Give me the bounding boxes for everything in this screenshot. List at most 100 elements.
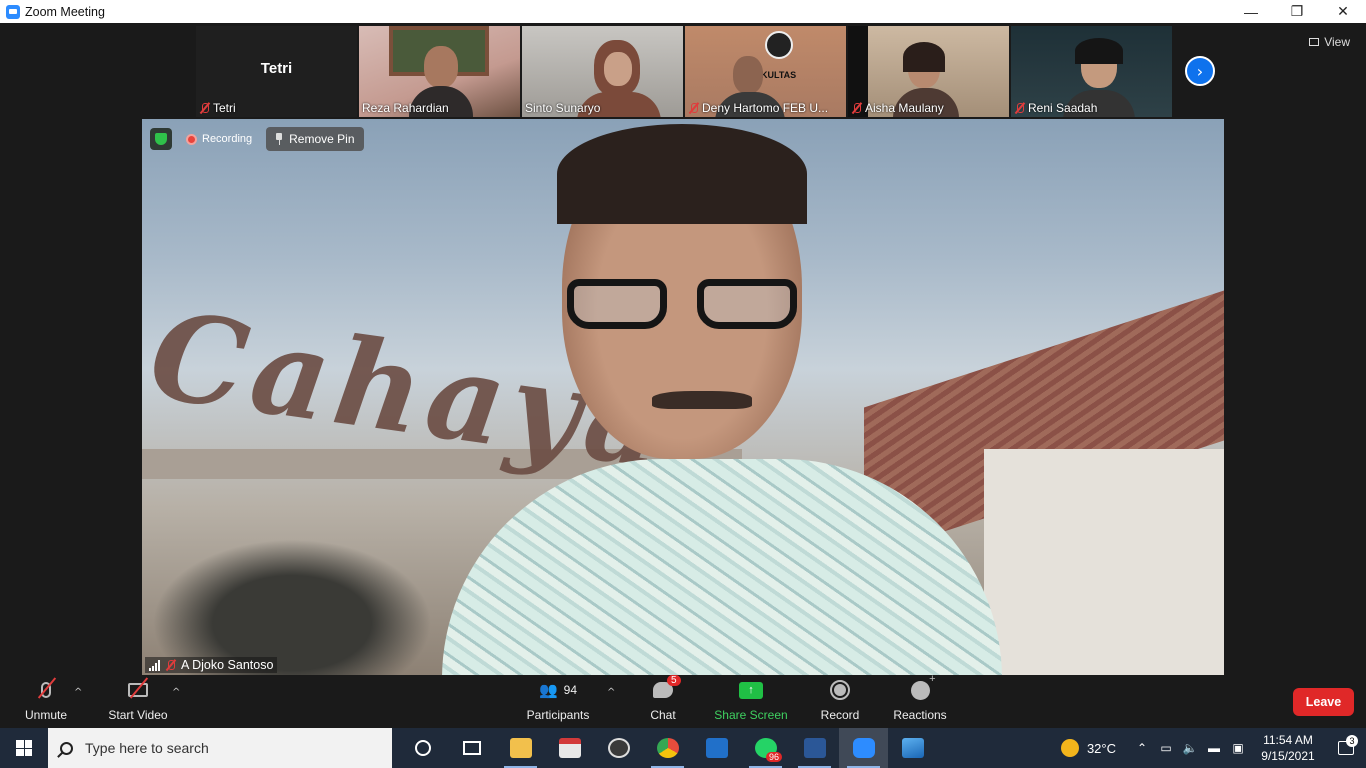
taskbar-whatsapp[interactable]: 96 bbox=[741, 728, 790, 768]
clock-time: 11:54 AM bbox=[1263, 733, 1313, 747]
recording-indicator[interactable]: Recording bbox=[182, 133, 256, 145]
recording-dot-icon bbox=[186, 133, 197, 145]
participant-name: Tetri bbox=[213, 101, 236, 115]
participant-name-label: Reza Rahardian bbox=[362, 101, 449, 115]
university-logo bbox=[765, 31, 793, 59]
start-button[interactable] bbox=[0, 728, 48, 768]
volume-button[interactable]: 🔈 bbox=[1178, 728, 1202, 768]
participant-tile[interactable]: Aisha Maulany bbox=[848, 26, 1009, 117]
word-icon bbox=[803, 738, 826, 758]
close-button[interactable]: ✕ bbox=[1320, 0, 1366, 23]
speaker-icon: 🔈 bbox=[1182, 741, 1198, 755]
network-button[interactable]: ▣ bbox=[1226, 728, 1250, 768]
bg-palm bbox=[152, 539, 432, 675]
participant-tile[interactable]: KULTAS Deny Hartomo FEB U... bbox=[685, 26, 846, 117]
bg-building bbox=[984, 449, 1224, 675]
taskbar-word[interactable] bbox=[790, 728, 839, 768]
network-icon: ▣ bbox=[1232, 741, 1244, 755]
search-icon bbox=[60, 741, 73, 755]
view-button[interactable]: View bbox=[1309, 35, 1350, 49]
taskbar-pdf-app[interactable] bbox=[545, 728, 594, 768]
speaker-glasses bbox=[567, 279, 807, 335]
folder-icon bbox=[509, 738, 532, 758]
taskbar-zoom[interactable] bbox=[839, 728, 888, 768]
next-page-button[interactable]: › bbox=[1185, 56, 1215, 86]
participant-tile[interactable]: Reni Saadah bbox=[1011, 26, 1172, 117]
participant-face bbox=[733, 56, 763, 94]
remove-pin-button[interactable]: Remove Pin bbox=[266, 127, 364, 151]
chrome-icon bbox=[656, 738, 679, 758]
self-name-label: Tetri bbox=[199, 101, 236, 115]
security-shield-icon[interactable] bbox=[150, 128, 172, 150]
whatsapp-badge: 96 bbox=[765, 752, 782, 762]
battery-button[interactable]: ▬ bbox=[1202, 728, 1226, 768]
pinned-video[interactable]: Cahaya bbox=[142, 119, 1224, 675]
participant-name: Aisha Maulany bbox=[865, 101, 944, 115]
weather-widget[interactable]: 32°C bbox=[1060, 739, 1116, 757]
participant-name: Reza Rahardian bbox=[362, 101, 449, 115]
chevron-right-icon: › bbox=[1196, 61, 1204, 81]
taskbar-clock[interactable]: 11:54 AM 9/15/2021 bbox=[1250, 732, 1326, 764]
restore-button[interactable]: ❐ bbox=[1274, 0, 1320, 23]
cortana-button[interactable] bbox=[398, 728, 447, 768]
audio-options-caret[interactable]: ^ bbox=[74, 687, 82, 698]
muted-mic-icon bbox=[165, 659, 176, 671]
taskbar-video-editor[interactable] bbox=[692, 728, 741, 768]
display-icon: ▭ bbox=[1160, 741, 1172, 755]
unmute-button[interactable]: Unmute bbox=[20, 677, 72, 728]
chat-button[interactable]: 5 Chat bbox=[645, 675, 681, 728]
self-display-name: Tetri bbox=[260, 60, 293, 77]
title-bar: Zoom Meeting — ❐ ✕ bbox=[0, 0, 1366, 23]
task-view-icon bbox=[462, 741, 481, 755]
start-video-button[interactable]: Start Video bbox=[106, 677, 170, 728]
share-screen-button[interactable]: ↑ Share Screen bbox=[714, 677, 788, 728]
participant-name: Deny Hartomo FEB U... bbox=[702, 101, 829, 115]
participant-face bbox=[424, 46, 458, 88]
taskbar-apps: 96 bbox=[398, 728, 937, 768]
speaker-mustache bbox=[652, 391, 752, 409]
cortana-icon bbox=[414, 740, 431, 756]
search-placeholder: Type here to search bbox=[85, 740, 209, 756]
taskbar-chrome[interactable] bbox=[643, 728, 692, 768]
grid-view-icon bbox=[1309, 38, 1320, 46]
video-editor-icon bbox=[705, 738, 728, 758]
zoom-app-icon bbox=[6, 4, 20, 19]
video-overlay: Recording Remove Pin bbox=[150, 127, 364, 151]
connection-signal-icon bbox=[149, 659, 160, 671]
participant-tile[interactable]: Reza Rahardian bbox=[359, 26, 520, 117]
taskbar-file-explorer[interactable] bbox=[496, 728, 545, 768]
video-options-caret[interactable]: ^ bbox=[172, 687, 180, 698]
obs-icon bbox=[607, 738, 630, 758]
record-label: Record bbox=[820, 708, 860, 722]
chat-unread-badge: 5 bbox=[667, 675, 681, 686]
muted-mic-icon bbox=[1014, 102, 1025, 114]
chat-label: Chat bbox=[650, 708, 676, 722]
taskbar-obs[interactable] bbox=[594, 728, 643, 768]
record-button[interactable]: Record bbox=[818, 677, 862, 728]
show-hidden-icons-button[interactable]: ⌃ bbox=[1130, 728, 1154, 768]
participant-tile[interactable]: Sinto Sunaryo bbox=[522, 26, 683, 117]
tray-app-icon[interactable]: ▭ bbox=[1154, 728, 1178, 768]
participant-tile-self[interactable]: Tetri Tetri bbox=[196, 26, 357, 117]
taskbar-photos[interactable] bbox=[888, 728, 937, 768]
leave-button[interactable]: Leave bbox=[1293, 688, 1354, 716]
record-icon bbox=[830, 680, 850, 700]
share-screen-label: Share Screen bbox=[714, 708, 788, 722]
start-video-label: Start Video bbox=[108, 708, 168, 722]
muted-mic-icon bbox=[199, 102, 210, 114]
meeting-stage: Tetri Tetri Reza Rahardian Sinto Sunaryo… bbox=[0, 23, 1366, 677]
window-controls: — ❐ ✕ bbox=[1228, 0, 1366, 23]
participants-options-caret[interactable]: ^ bbox=[607, 687, 615, 698]
reactions-button[interactable]: Reactions bbox=[892, 673, 948, 728]
muted-mic-icon bbox=[851, 102, 862, 114]
minimize-button[interactable]: — bbox=[1228, 0, 1274, 23]
pdf-icon bbox=[558, 738, 581, 758]
action-center-button[interactable]: 3 bbox=[1326, 735, 1366, 755]
participants-count: 94 bbox=[563, 683, 578, 697]
participants-icon: 👥 bbox=[538, 682, 558, 699]
participants-button[interactable]: 👥 94 Participants bbox=[524, 677, 592, 728]
taskbar-search-box[interactable]: Type here to search bbox=[48, 728, 392, 768]
remove-pin-label: Remove Pin bbox=[289, 132, 355, 146]
task-view-button[interactable] bbox=[447, 728, 496, 768]
reactions-label: Reactions bbox=[893, 708, 947, 722]
